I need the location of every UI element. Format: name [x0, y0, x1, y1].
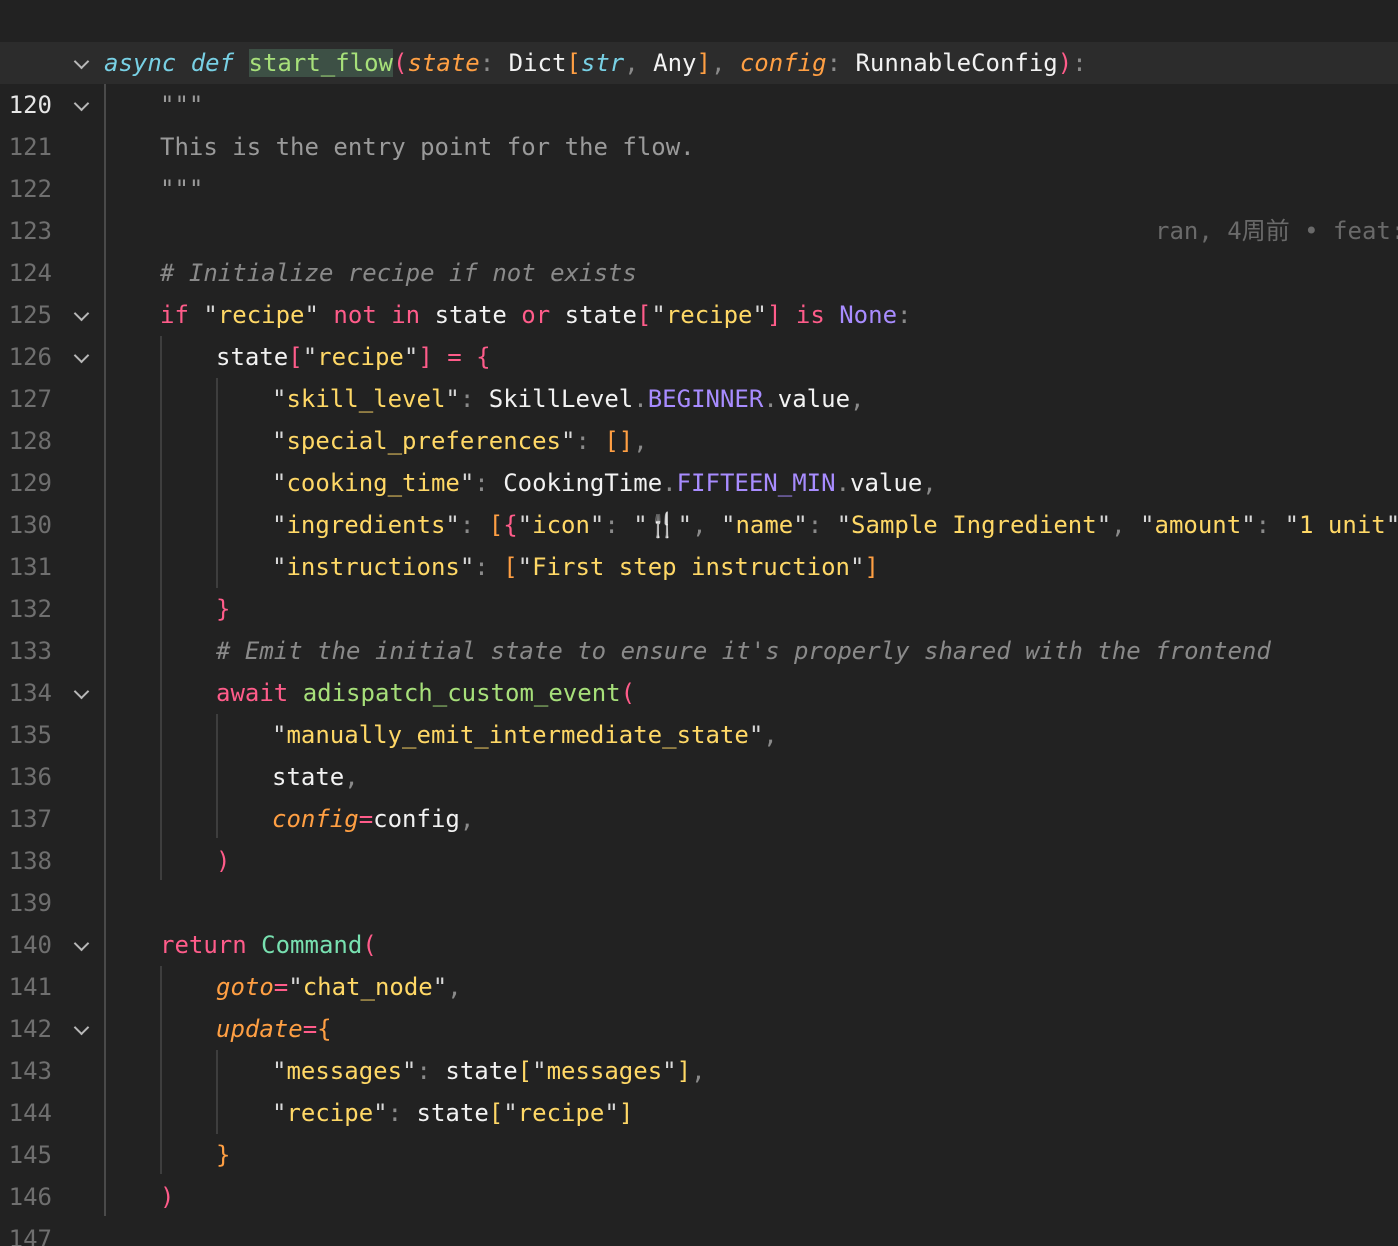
- code-text: "skill_level": SkillLevel.BEGINNER.value…: [272, 385, 865, 413]
- code-line[interactable]: 144 "messages": state["messages"],: [0, 1050, 1398, 1127]
- code-text: ): [160, 1183, 175, 1211]
- code-text: update={: [216, 1015, 332, 1043]
- code-line[interactable]: 128 "skill_level": SkillLevel.BEGINNER.v…: [0, 378, 1398, 455]
- code-text: "special_preferences": [],: [272, 427, 648, 455]
- fold-chevron-icon[interactable]: [68, 84, 96, 126]
- fold-chevron-icon[interactable]: [68, 336, 96, 378]
- code-text: if "recipe" not in state or state["recip…: [160, 301, 912, 329]
- fold-chevron-icon[interactable]: [68, 672, 96, 714]
- fold-chevron-icon[interactable]: [68, 294, 96, 336]
- code-line[interactable]: 119: [0, 0, 1398, 77]
- function-name: start_flow: [248, 49, 394, 77]
- code-line[interactable]: 134 # Emit the initial state to ensure i…: [0, 630, 1398, 707]
- code-line-current[interactable]: 120 async def start_flow(state: Dict[str…: [0, 42, 1398, 245]
- code-text: """: [160, 91, 204, 119]
- code-line[interactable]: 131 "ingredients": [{"icon": "🍴", "name"…: [0, 504, 1398, 581]
- code-text: """: [160, 175, 204, 203]
- code-text: }: [216, 595, 231, 623]
- code-text: state,: [272, 763, 359, 791]
- code-line[interactable]: 130 "cooking_time": CookingTime.FIFTEEN_…: [0, 462, 1398, 539]
- code-line[interactable]: 126 if "recipe" not in state or state["r…: [0, 294, 1398, 371]
- code-line[interactable]: 147 ): [0, 1176, 1398, 1246]
- code-line[interactable]: 143 update={: [0, 1008, 1398, 1085]
- code-text: # Emit the initial state to ensure it's …: [216, 637, 1271, 665]
- code-line[interactable]: 127 state["recipe"] = {: [0, 336, 1398, 413]
- code-text: async def start_flow(state: Dict[str, An…: [104, 49, 1087, 77]
- code-line[interactable]: 138 config=config,: [0, 798, 1398, 875]
- code-text: This is the entry point for the flow.: [160, 133, 695, 161]
- code-line[interactable]: 141 return Command(: [0, 924, 1398, 1001]
- code-line[interactable]: 122 This is the entry point for the flow…: [0, 126, 1398, 203]
- code-line[interactable]: 129 "special_preferences": [],: [0, 420, 1398, 497]
- code-line[interactable]: 145 "recipe": state["recipe"]: [0, 1092, 1398, 1169]
- code-text: ): [216, 847, 231, 875]
- code-text: goto="chat_node",: [216, 973, 462, 1001]
- code-text: # Initialize recipe if not exists: [160, 259, 637, 287]
- fold-chevron-icon[interactable]: [68, 42, 96, 84]
- code-editor[interactable]: 119 120 async def start_flow(state: Dict…: [0, 0, 1398, 1246]
- code-text: "instructions": ["First step instruction…: [272, 553, 879, 581]
- code-line[interactable]: 139 ): [0, 840, 1398, 917]
- code-text: "ingredients": [{"icon": "🍴", "name": "S…: [272, 511, 1398, 539]
- code-text: state["recipe"] = {: [216, 343, 491, 371]
- code-line[interactable]: 133 }: [0, 588, 1398, 665]
- code-text: "recipe": state["recipe"]: [272, 1099, 634, 1127]
- code-line[interactable]: 146 }: [0, 1134, 1398, 1211]
- code-line[interactable]: 135 await adispatch_custom_event(: [0, 672, 1398, 749]
- code-text: "messages": state["messages"],: [272, 1057, 706, 1085]
- fork-knife-icon: 🍴: [647, 511, 678, 539]
- code-line[interactable]: 142 goto="chat_node",: [0, 966, 1398, 1043]
- code-line[interactable]: 125 # Initialize recipe if not exists: [0, 252, 1398, 329]
- code-line[interactable]: 136 "manually_emit_intermediate_state",: [0, 714, 1398, 791]
- code-text: }: [216, 1141, 231, 1169]
- code-text: config=config,: [272, 805, 475, 833]
- code-text: "cooking_time": CookingTime.FIFTEEN_MIN.…: [272, 469, 937, 497]
- code-line[interactable]: 121 """: [0, 84, 1398, 161]
- code-line[interactable]: 140: [0, 882, 1398, 959]
- code-line[interactable]: 132 "instructions": ["First step instruc…: [0, 546, 1398, 623]
- code-text: return Command(: [160, 931, 377, 959]
- code-text: await adispatch_custom_event(: [216, 679, 636, 707]
- code-line[interactable]: 137 state,: [0, 756, 1398, 833]
- code-line[interactable]: 148: [0, 1218, 1398, 1246]
- code-line[interactable]: 123 """: [0, 168, 1398, 245]
- fold-chevron-icon[interactable]: [68, 924, 96, 966]
- fold-chevron-icon[interactable]: [68, 1008, 96, 1050]
- code-text: "manually_emit_intermediate_state",: [272, 721, 778, 749]
- code-line[interactable]: 124: [0, 210, 1398, 287]
